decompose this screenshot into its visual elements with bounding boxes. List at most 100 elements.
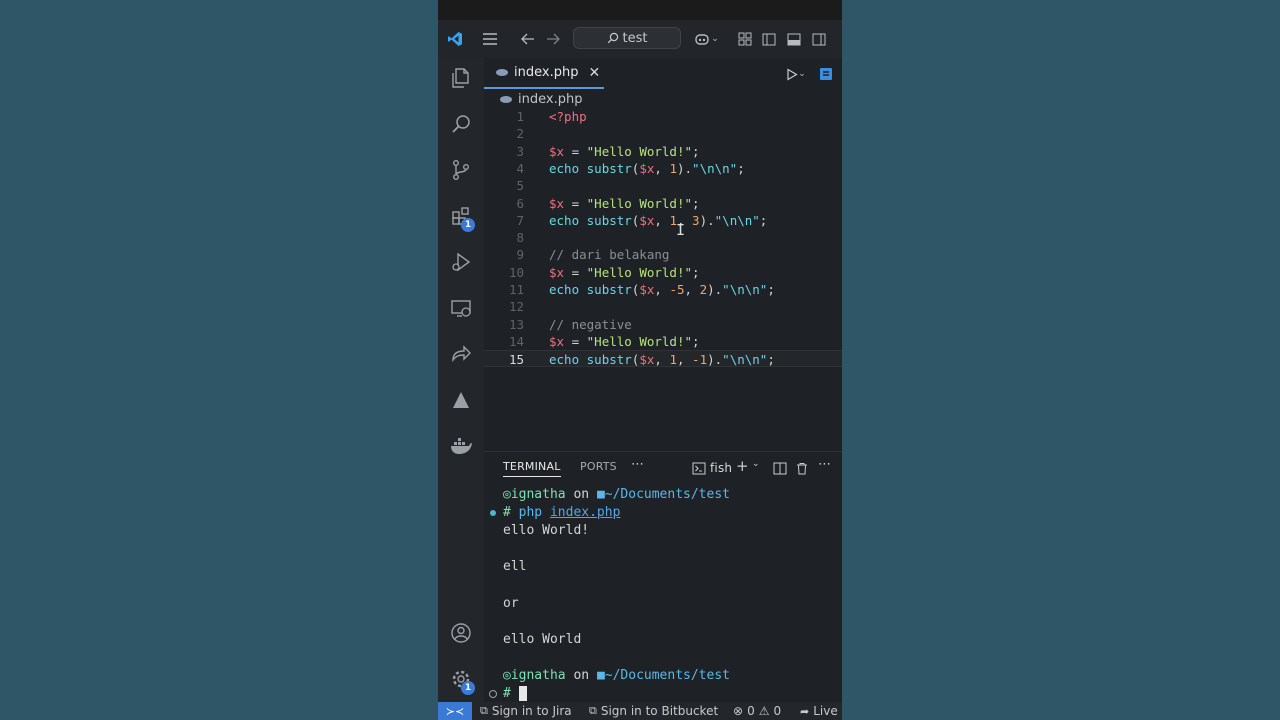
open-preview-icon[interactable] (816, 64, 836, 84)
search-text: test (622, 30, 648, 46)
extensions-badge: 1 (461, 218, 475, 232)
tab-ports[interactable]: PORTS (580, 460, 617, 473)
terminal-output-text: ello World (503, 631, 582, 647)
run-debug-icon[interactable] (438, 242, 484, 282)
atlassian-icon[interactable] (438, 380, 484, 420)
window-top-strip (438, 0, 842, 20)
code-editor[interactable]: 1 <?php 2 3 $x = "Hello World!"; 4 echo substr… (484, 108, 842, 451)
code-token: echo (549, 282, 587, 297)
error-icon: ⊗ (733, 704, 744, 718)
manage-gear-icon[interactable]: 1 (438, 659, 484, 699)
vscode-logo-icon[interactable] (444, 29, 466, 49)
arrow-right-icon[interactable] (543, 29, 563, 49)
layout-customize-icon[interactable] (735, 29, 755, 49)
code-line[interactable]: 3 $x = "Hello World!"; (484, 143, 842, 160)
code-token: ). (707, 282, 723, 297)
line-number: 8 (516, 230, 524, 246)
line-number: 6 (516, 195, 524, 211)
code-token: echo (549, 212, 587, 228)
jira-status[interactable]: ⧉ Sign in to Jira (480, 702, 572, 720)
code-token: "\n\n" (714, 212, 760, 228)
toggle-panel-icon[interactable] (784, 29, 804, 49)
breadcrumb[interactable]: index.php (500, 89, 582, 109)
code-token: = (564, 333, 587, 349)
terminal-line: # (484, 685, 842, 703)
toggle-secondary-sidebar-icon[interactable] (809, 29, 829, 49)
prompt-hash: # (503, 686, 511, 702)
chevron-down-icon[interactable]: ⌄ (709, 31, 721, 47)
live-status[interactable]: ➦ Live (800, 702, 838, 720)
code-line[interactable]: 14 $x = "Hello World!"; (484, 333, 842, 350)
line-number: 3 (516, 143, 524, 159)
more-actions-icon[interactable]: ⋯ (631, 457, 644, 472)
trash-icon[interactable] (794, 460, 810, 476)
code-token: ; (737, 160, 745, 176)
code-token: echo (549, 352, 587, 368)
code-token: , (654, 212, 670, 228)
tab-terminal[interactable]: TERMINAL (503, 460, 561, 477)
code-token: $x (549, 333, 565, 349)
code-token: $x (549, 264, 565, 280)
code-line[interactable]: 10 $x = "Hello World!"; (484, 264, 842, 281)
prompt-on: on (565, 668, 597, 683)
code-token: -1 (692, 352, 708, 368)
line-code: echo substr($x, 1, -1)."\n\n"; (549, 351, 775, 368)
code-line[interactable]: 1 <?php (484, 108, 842, 125)
code-line[interactable]: 15 echo substr($x, 1, -1)."\n\n"; (484, 350, 842, 368)
problems-status[interactable]: ⊗ 0 ⚠ 0 (733, 702, 781, 720)
menu-icon[interactable] (480, 29, 500, 49)
code-line[interactable]: 2 (484, 125, 842, 142)
code-line[interactable]: 5 (484, 177, 842, 194)
code-token: = (564, 195, 587, 211)
code-token: ). (676, 160, 693, 176)
search-icon[interactable] (438, 104, 484, 144)
command-name: php (518, 505, 543, 521)
code-token: 2 (699, 282, 708, 297)
code-token: $x (639, 212, 655, 228)
prompt-on: on (565, 487, 597, 502)
code-line[interactable]: 11 echo substr($x, -5, 2)."\n\n"; (484, 281, 842, 298)
bitbucket-status[interactable]: ⧉ Sign in to Bitbucket (589, 702, 718, 720)
tab-label: index.php (514, 65, 579, 80)
remote-explorer-icon[interactable] (438, 288, 484, 328)
code-line[interactable]: 6 $x = "Hello World!"; (484, 195, 842, 212)
code-line[interactable]: 8 (484, 229, 842, 246)
live-share-icon[interactable] (438, 334, 484, 374)
code-token: ). (699, 212, 715, 228)
command-center-search[interactable]: test (573, 27, 681, 49)
remote-indicator-icon[interactable]: ≻≺ (438, 702, 472, 720)
bottom-panel: TERMINAL PORTS ⋯ fish + ⌄ ⋯ ◎ignatha on … (484, 451, 842, 703)
terminal-cursor (518, 686, 527, 702)
command-decoration-icon[interactable] (489, 690, 497, 699)
docker-icon[interactable] (438, 426, 484, 466)
shell-name[interactable]: fish (710, 461, 732, 475)
php-file-icon (500, 95, 512, 103)
code-token: $x (639, 160, 655, 176)
panel-more-icon[interactable]: ⋯ (818, 457, 831, 472)
chevron-down-icon[interactable]: ⌄ (752, 459, 760, 469)
explorer-icon[interactable] (438, 58, 484, 98)
run-chevron-down-icon[interactable]: ⌄ (796, 66, 808, 82)
command-decoration-icon[interactable] (490, 510, 496, 517)
code-line[interactable]: 7 echo substr($x, 1, 3)."\n\n"; (484, 212, 842, 229)
code-line[interactable]: 9 // dari belakang (484, 246, 842, 263)
code-token: substr (586, 212, 632, 228)
code-token: = (564, 264, 587, 280)
tab-index-php[interactable]: index.php ✕ (484, 58, 604, 89)
terminal-line: ello World! (484, 522, 842, 540)
code-line[interactable]: 4 echo substr($x, 1)."\n\n"; (484, 160, 842, 177)
code-line[interactable]: 12 (484, 298, 842, 315)
code-line[interactable]: 13 // negative (484, 316, 842, 333)
extensions-icon[interactable]: 1 (438, 196, 484, 236)
toggle-primary-sidebar-icon[interactable] (759, 29, 779, 49)
accounts-icon[interactable] (438, 613, 484, 653)
close-icon[interactable]: ✕ (588, 65, 600, 81)
live-label: Live (813, 704, 838, 718)
source-control-icon[interactable] (438, 150, 484, 190)
split-terminal-icon[interactable] (772, 460, 788, 476)
jira-icon: ⧉ (480, 704, 488, 717)
new-terminal-icon[interactable]: + (736, 457, 749, 475)
arrow-left-icon[interactable] (518, 29, 538, 49)
